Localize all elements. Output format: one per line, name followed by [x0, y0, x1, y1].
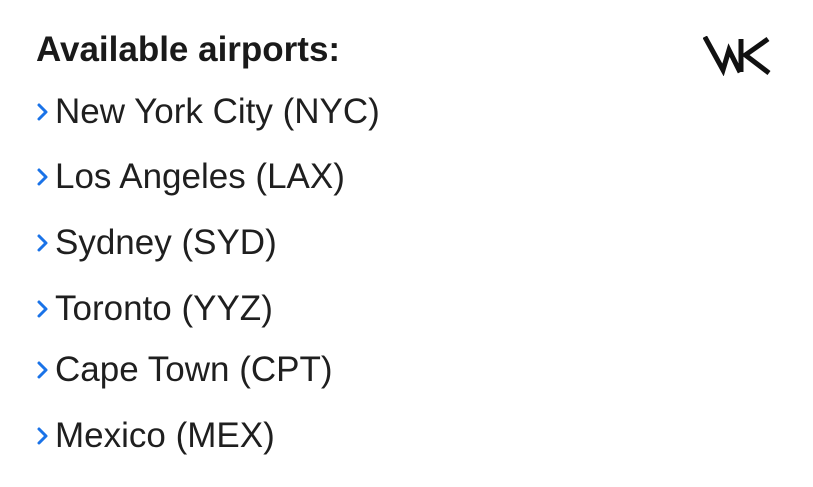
chevron-right-icon: [37, 361, 48, 379]
chevron-right-icon: [37, 168, 48, 186]
page-title: Available airports:: [36, 30, 341, 69]
chevron-right-icon: [37, 300, 48, 318]
airport-item-nyc[interactable]: New York City (NYC): [36, 88, 380, 136]
airport-label: Sydney (SYD): [55, 223, 277, 262]
airport-label: New York City (NYC): [55, 92, 380, 131]
airport-item-cpt[interactable]: Cape Town (CPT): [36, 347, 380, 393]
airport-label: Cape Town (CPT): [55, 350, 333, 389]
airport-item-syd[interactable]: Sydney (SYD): [36, 220, 380, 266]
airport-item-yyz[interactable]: Toronto (YYZ): [36, 286, 380, 332]
airport-list: New York City (NYC) Los Angeles (LAX) Sy…: [36, 88, 380, 459]
chevron-right-icon: [37, 103, 48, 121]
airport-label: Mexico (MEX): [55, 416, 275, 455]
chevron-right-icon: [37, 427, 48, 445]
airport-item-mex[interactable]: Mexico (MEX): [36, 413, 380, 459]
airport-label: Toronto (YYZ): [55, 289, 273, 328]
airport-item-lax[interactable]: Los Angeles (LAX): [36, 154, 380, 200]
chevron-right-icon: [37, 234, 48, 252]
airport-label: Los Angeles (LAX): [55, 157, 345, 196]
mk-logo-icon: [703, 36, 771, 76]
